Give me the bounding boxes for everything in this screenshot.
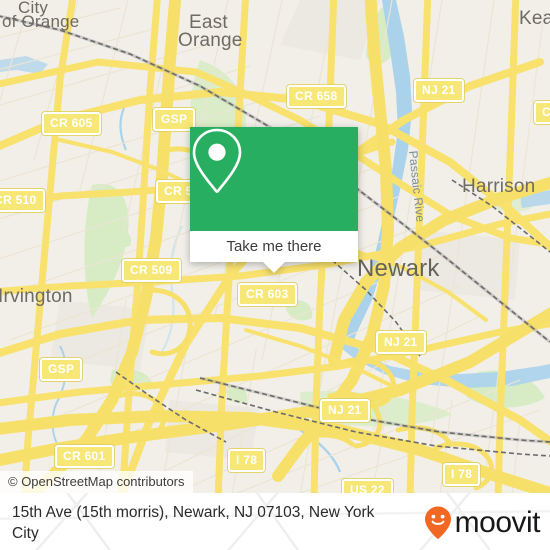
moovit-map-share-card: .rd{fill:none;stroke:#f8e16c;stroke-line… bbox=[0, 0, 550, 550]
map-shield-nj21-mid: NJ 21 bbox=[376, 331, 426, 354]
moovit-logo[interactable]: moovit bbox=[423, 505, 542, 541]
map-shield-us22: US 22 bbox=[342, 479, 393, 493]
map-shield-cr658: CR 658 bbox=[287, 85, 346, 108]
take-me-there-popup[interactable]: Take me there bbox=[190, 127, 358, 273]
footer-bar: 15th Ave (15th morris), Newark, NJ 07103… bbox=[0, 493, 550, 550]
map-shield-gsp-south: GSP bbox=[40, 358, 83, 381]
map-shield-cr510: CR 510 bbox=[0, 189, 45, 212]
popup-pointer-tail bbox=[263, 262, 285, 273]
map-shield-cr-right: CR bbox=[534, 101, 550, 124]
map-shield-nj21-south: NJ 21 bbox=[320, 399, 370, 422]
map-pin-icon bbox=[192, 128, 242, 193]
map-shield-i78-right: I 78 bbox=[443, 463, 481, 486]
map-shield-i78-mid: I 78 bbox=[228, 449, 266, 472]
map-canvas[interactable]: .rd{fill:none;stroke:#f8e16c;stroke-line… bbox=[0, 0, 550, 493]
popup-header bbox=[190, 127, 358, 231]
map-shield-cr601: CR 601 bbox=[55, 445, 114, 468]
popup-footer[interactable]: Take me there bbox=[190, 231, 358, 262]
osm-attribution[interactable]: © OpenStreetMap contributors bbox=[0, 471, 193, 493]
address-text: 15th Ave (15th morris), Newark, NJ 07103… bbox=[12, 504, 375, 542]
map-shield-nj21-north: NJ 21 bbox=[414, 79, 464, 102]
moovit-wordmark: moovit bbox=[454, 506, 541, 539]
map-shield-cr509: CR 509 bbox=[122, 259, 181, 282]
map-shield-cr603: CR 603 bbox=[238, 283, 297, 306]
map-shield-gsp-north: GSP bbox=[153, 108, 196, 131]
moovit-pin-smiley-icon bbox=[424, 506, 451, 539]
map-shield-cr605: CR 605 bbox=[42, 112, 101, 135]
take-me-there-label: Take me there bbox=[226, 238, 322, 255]
